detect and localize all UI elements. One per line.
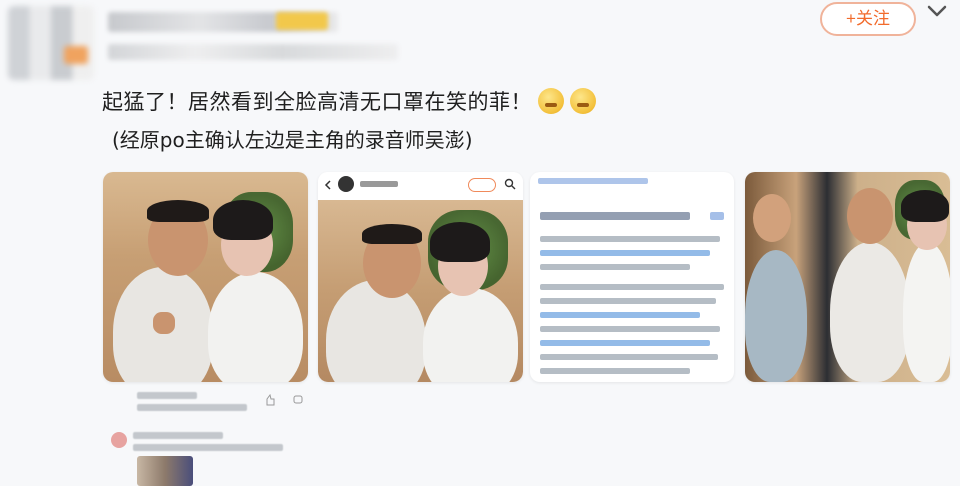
user-badge [276, 12, 328, 30]
post-text-line1: 起猛了！居然看到全脸高清无口罩在笑的菲！ [102, 86, 596, 116]
repost-preview [103, 386, 523, 486]
follow-button[interactable]: +关注 [820, 2, 916, 36]
post-header: +关注 [0, 0, 960, 80]
search-icon [504, 178, 516, 190]
post-text-main: 起猛了！居然看到全脸高清无口罩在笑的菲！ [102, 90, 532, 114]
laughing-emoji-icon [538, 88, 564, 114]
like-icon [266, 394, 275, 406]
screenshot-photo [318, 200, 523, 382]
post-image-2[interactable] [318, 172, 523, 382]
laughing-emoji-icon [570, 88, 596, 114]
post-image-1[interactable] [103, 172, 308, 382]
comment-icon [293, 395, 303, 404]
back-arrow-icon [324, 180, 331, 190]
post-text-line2: (经原po主确认左边是主角的录音师吴澎) [112, 128, 473, 152]
follow-button [468, 178, 496, 192]
chevron-down-icon[interactable] [926, 4, 948, 18]
avatar [338, 176, 354, 192]
avatar[interactable] [8, 6, 94, 80]
post-meta-blurred [108, 44, 398, 60]
post-image-4[interactable] [745, 172, 950, 382]
repost-thumbnail [137, 456, 193, 486]
avatar [111, 432, 127, 448]
screenshot-topbar [318, 172, 523, 198]
post-image-3[interactable] [530, 172, 734, 382]
